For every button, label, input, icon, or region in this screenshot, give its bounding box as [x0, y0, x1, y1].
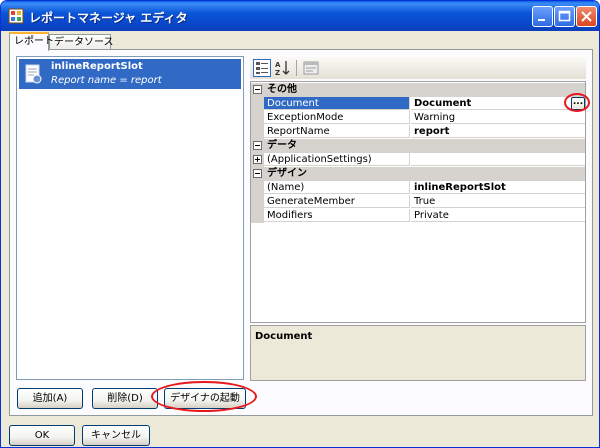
- property-value[interactable]: True: [411, 195, 585, 208]
- property-name[interactable]: Document: [264, 97, 410, 110]
- row-gutter: [251, 195, 264, 209]
- maximize-icon: [558, 10, 571, 22]
- row-gutter: [251, 209, 264, 223]
- category-misc[interactable]: その他: [251, 83, 585, 97]
- svg-text:Z: Z: [275, 69, 280, 77]
- report-manager-editor-window: レポートマネージャ エディタ レポート データソース inlineReportS…: [0, 0, 600, 448]
- collapse-icon[interactable]: [253, 141, 262, 150]
- tab-datasource[interactable]: データソース: [49, 34, 114, 50]
- property-value[interactable]: report: [411, 125, 585, 138]
- row-gutter: [251, 125, 264, 139]
- property-name[interactable]: ExceptionMode: [264, 111, 410, 124]
- cancel-button[interactable]: キャンセル: [82, 425, 150, 446]
- category-label: その他: [267, 84, 297, 95]
- window-title: レポートマネージャ エディタ: [29, 11, 188, 25]
- launch-designer-button[interactable]: デザイナの起動: [164, 388, 246, 409]
- add-button[interactable]: 追加(A): [17, 388, 83, 409]
- row-gutter: [251, 181, 264, 195]
- report-name: inlineReportSlot: [51, 61, 143, 72]
- ellipsis-button[interactable]: ...: [571, 97, 585, 110]
- row-gutter: [251, 111, 264, 125]
- property-row-modifiers[interactable]: Modifiers Private: [251, 209, 585, 223]
- minimize-icon: [538, 19, 545, 21]
- minimize-button[interactable]: [532, 6, 553, 27]
- sort-alphabetical-icon[interactable]: A Z: [274, 59, 292, 77]
- property-name[interactable]: (Name): [264, 181, 410, 194]
- app-icon: [8, 8, 24, 24]
- title-bar[interactable]: レポートマネージャ エディタ: [1, 1, 599, 31]
- property-value[interactable]: Document: [411, 97, 585, 110]
- property-row-applicationsettings[interactable]: (ApplicationSettings): [251, 153, 585, 167]
- property-value[interactable]: Private: [411, 209, 585, 222]
- close-icon: [581, 11, 592, 22]
- collapse-icon[interactable]: [253, 169, 262, 178]
- category-data[interactable]: データ: [251, 139, 585, 153]
- collapse-icon[interactable]: [253, 85, 262, 94]
- report-icon: [25, 64, 42, 84]
- description-panel: Document: [250, 325, 586, 381]
- property-name[interactable]: Modifiers: [264, 209, 410, 222]
- property-toolbar: A Z: [250, 57, 586, 79]
- categorized-icon[interactable]: [253, 59, 271, 77]
- toolbar-separator: [296, 60, 297, 76]
- category-label: データ: [267, 140, 297, 151]
- property-grid[interactable]: その他 Document Document ... ExceptionMode …: [250, 81, 586, 323]
- tab-report-label: レポート: [14, 36, 54, 47]
- expand-icon[interactable]: [253, 155, 262, 164]
- property-name[interactable]: GenerateMember: [264, 195, 410, 208]
- property-row-exceptionmode[interactable]: ExceptionMode Warning: [251, 111, 585, 125]
- report-subtitle: Report name = report: [51, 75, 162, 86]
- property-name[interactable]: ReportName: [264, 125, 410, 138]
- property-value[interactable]: [411, 153, 585, 166]
- close-button[interactable]: [576, 6, 597, 27]
- tab-datasource-label: データソース: [54, 37, 114, 48]
- report-list[interactable]: inlineReportSlot Report name = report: [16, 56, 244, 380]
- ok-button[interactable]: OK: [9, 425, 75, 446]
- property-row-reportname[interactable]: ReportName report: [251, 125, 585, 139]
- delete-button[interactable]: 削除(D): [92, 388, 158, 409]
- category-label: デザイン: [267, 168, 307, 179]
- maximize-button[interactable]: [554, 6, 575, 27]
- property-pages-icon[interactable]: [302, 59, 320, 77]
- property-row-generatemember[interactable]: GenerateMember True: [251, 195, 585, 209]
- property-row-document[interactable]: Document Document ...: [251, 97, 585, 111]
- property-value[interactable]: Warning: [411, 111, 585, 124]
- property-name[interactable]: (ApplicationSettings): [264, 153, 410, 166]
- tab-report[interactable]: レポート: [9, 32, 54, 51]
- list-item[interactable]: inlineReportSlot Report name = report: [19, 59, 241, 89]
- description-title: Document: [255, 331, 313, 342]
- svg-text:A: A: [275, 61, 281, 69]
- category-design[interactable]: デザイン: [251, 167, 585, 181]
- row-gutter: [251, 97, 264, 111]
- property-value[interactable]: inlineReportSlot: [411, 181, 585, 194]
- property-row-name[interactable]: (Name) inlineReportSlot: [251, 181, 585, 195]
